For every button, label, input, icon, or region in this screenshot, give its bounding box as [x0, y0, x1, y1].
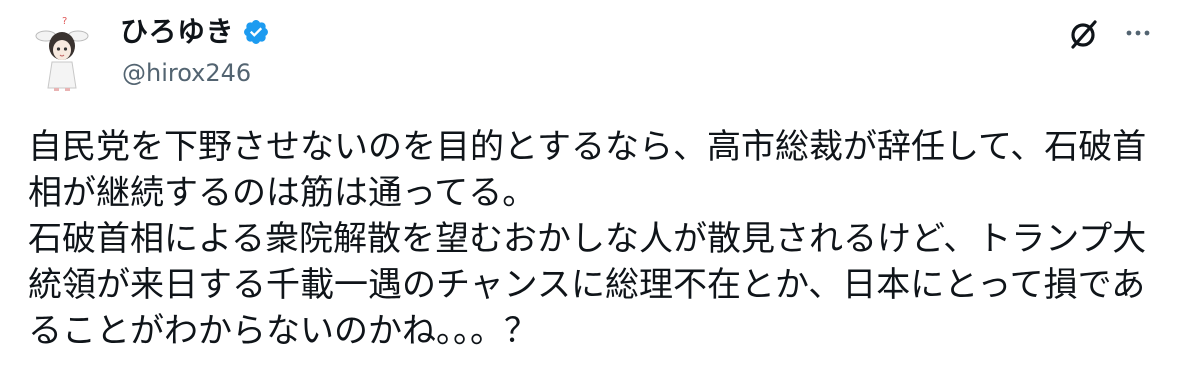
avatar-illustration-icon: ? — [35, 16, 89, 91]
author-handle[interactable]: @hirox246 — [122, 58, 251, 88]
more-options-button[interactable] — [1120, 18, 1156, 48]
grok-button[interactable] — [1066, 16, 1102, 52]
grok-icon — [1071, 20, 1097, 49]
verified-badge-icon[interactable] — [242, 18, 270, 46]
post-card: ? ひろゆき @hirox246 自民党を下野させないのを目的とするなら、高市総… — [0, 0, 1184, 384]
author-name-row[interactable]: ひろゆき — [120, 12, 270, 52]
svg-text:?: ? — [62, 16, 67, 27]
display-name[interactable]: ひろゆき — [120, 12, 234, 52]
post-text: 自民党を下野させないのを目的とするなら、高市総裁が辞任して、石破首相が継続するの… — [28, 127, 1147, 351]
avatar[interactable]: ? — [30, 12, 94, 92]
more-dots-icon — [1126, 30, 1150, 36]
